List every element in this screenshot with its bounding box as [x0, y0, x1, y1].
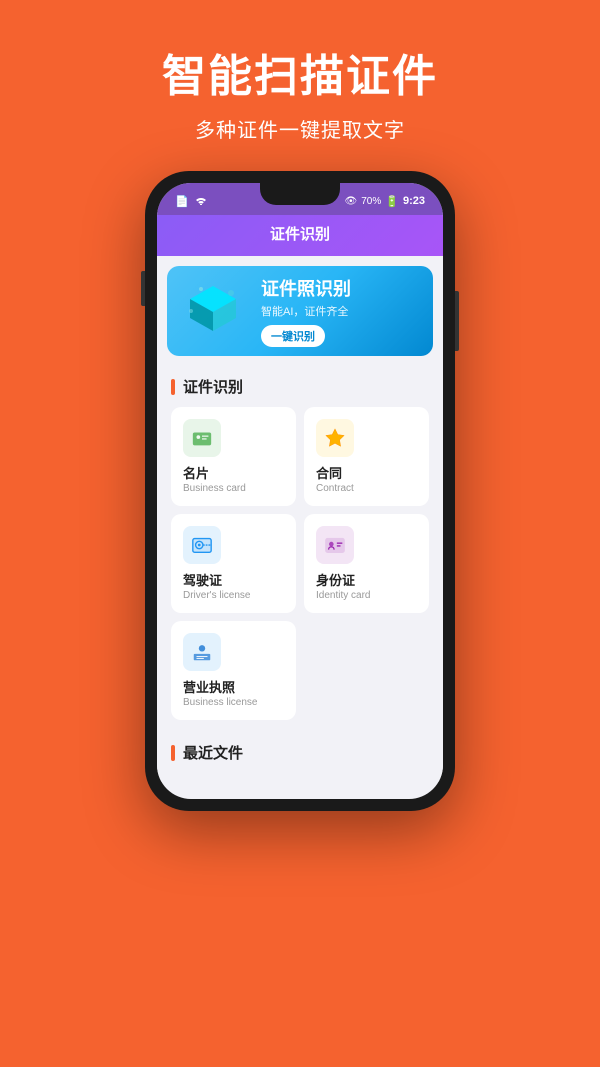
- scroll-content[interactable]: 证件照识别 智能AI，证件齐全 一键识别 证件识别: [157, 256, 443, 782]
- banner-icon: [181, 281, 251, 341]
- item-business-card[interactable]: 名片 Business card: [171, 407, 296, 506]
- banner-button[interactable]: 一键识别: [261, 325, 325, 347]
- eye-icon: 👁: [345, 196, 358, 207]
- recent-empty-state: [157, 769, 443, 782]
- business-card-icon-box: [183, 419, 221, 457]
- item-business-license[interactable]: 营业执照 Business license: [171, 621, 296, 720]
- page-wrapper: 智能扫描证件 多种证件一键提取文字 📄: [0, 0, 600, 811]
- document-icon: 📄: [175, 195, 189, 208]
- drivers-license-icon-box: [183, 526, 221, 564]
- header: 智能扫描证件 多种证件一键提取文字: [0, 0, 600, 143]
- sub-title: 多种证件一键提取文字: [0, 114, 600, 143]
- phone-frame: 📄 👁 70% 🔋 9:23: [145, 171, 455, 811]
- business-license-name: 营业执照: [183, 677, 235, 696]
- recent-section-header: 最近文件: [157, 732, 443, 769]
- business-card-name: 名片: [183, 463, 209, 482]
- cert-items-grid: 名片 Business card 合同 Contract: [157, 403, 443, 724]
- item-drivers-license[interactable]: 驾驶证 Driver's license: [171, 514, 296, 613]
- phone-notch: [260, 183, 340, 205]
- cert-section-header: 证件识别: [157, 366, 443, 403]
- main-title: 智能扫描证件: [0, 40, 600, 104]
- business-card-sub: Business card: [183, 483, 246, 494]
- app-bar: 证件识别: [157, 215, 443, 256]
- business-license-icon-box: [183, 633, 221, 671]
- wifi-icon: [195, 195, 207, 208]
- banner-text: 证件照识别 智能AI，证件齐全 一键识别: [251, 275, 419, 347]
- status-right: 👁 70% 🔋 9:23: [345, 195, 425, 208]
- battery-icon: 🔋: [385, 195, 399, 208]
- section-bar-accent: [171, 379, 175, 395]
- battery-text: 70%: [361, 196, 381, 207]
- contract-icon-box: [316, 419, 354, 457]
- recent-section-title: 最近文件: [183, 742, 243, 763]
- app-bar-title: 证件识别: [270, 226, 330, 243]
- drivers-license-sub: Driver's license: [183, 590, 250, 601]
- contract-sub: Contract: [316, 483, 354, 494]
- item-identity-card[interactable]: 身份证 Identity card: [304, 514, 429, 613]
- cert-section-title: 证件识别: [183, 376, 243, 397]
- banner[interactable]: 证件照识别 智能AI，证件齐全 一键识别: [167, 266, 433, 356]
- identity-card-sub: Identity card: [316, 590, 370, 601]
- time-display: 9:23: [403, 195, 425, 207]
- identity-card-icon-box: [316, 526, 354, 564]
- recent-section-bar-accent: [171, 745, 175, 761]
- drivers-license-name: 驾驶证: [183, 570, 222, 589]
- phone-wrapper: 📄 👁 70% 🔋 9:23: [0, 171, 600, 811]
- status-left: 📄: [175, 195, 207, 208]
- phone-screen: 📄 👁 70% 🔋 9:23: [157, 183, 443, 799]
- contract-name: 合同: [316, 463, 342, 482]
- item-contract[interactable]: 合同 Contract: [304, 407, 429, 506]
- business-license-sub: Business license: [183, 697, 257, 708]
- banner-subtitle: 智能AI，证件齐全: [261, 303, 419, 319]
- banner-title: 证件照识别: [261, 275, 419, 301]
- identity-card-name: 身份证: [316, 570, 355, 589]
